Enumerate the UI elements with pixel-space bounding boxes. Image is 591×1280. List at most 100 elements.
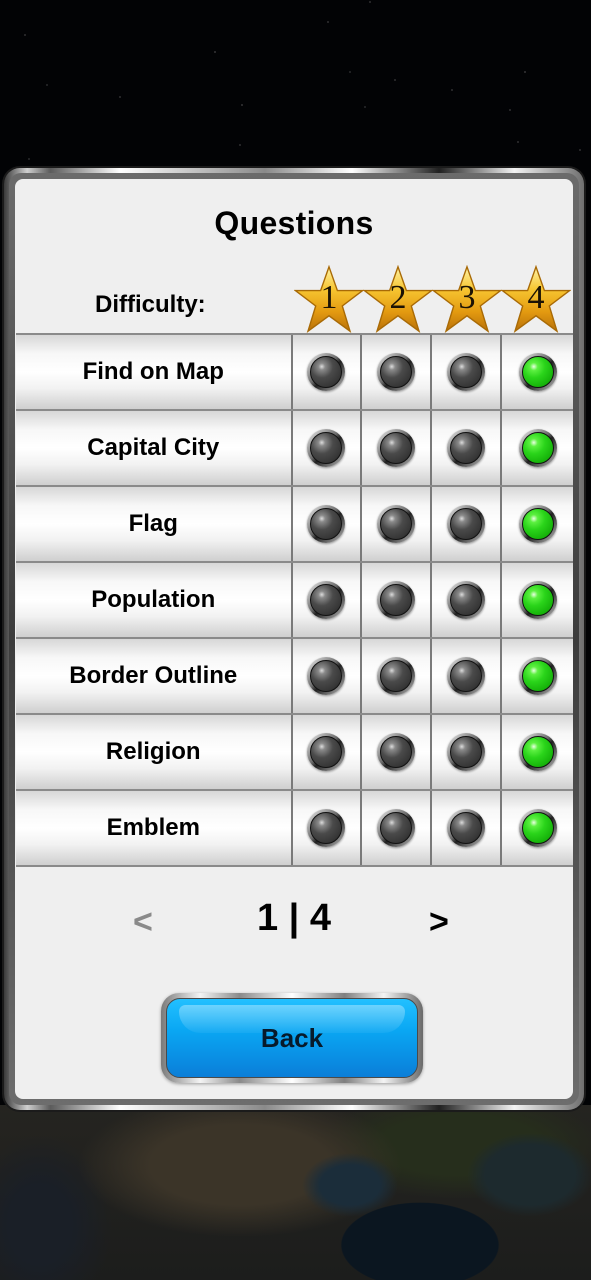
difficulty-toggle-cell-4[interactable] <box>502 411 573 485</box>
question-type-button[interactable]: Find on Map <box>16 335 293 409</box>
question-type-button[interactable]: Population <box>16 563 293 637</box>
difficulty-label: Difficulty: <box>95 291 206 318</box>
difficulty-star-3[interactable]: 3 <box>432 265 502 333</box>
next-page-button[interactable]: > <box>429 903 449 942</box>
question-type-label: Flag <box>128 510 178 537</box>
gray-indicator-icon <box>307 733 346 771</box>
indicator-core <box>450 508 483 540</box>
indicator-core <box>310 508 343 540</box>
difficulty-toggle-cell-3[interactable] <box>432 335 503 409</box>
gray-indicator-icon <box>377 657 416 695</box>
difficulty-toggle-cell-2[interactable] <box>362 563 433 637</box>
earth-map-background <box>0 1105 591 1280</box>
question-type-button[interactable]: Religion <box>16 715 293 789</box>
question-type-button[interactable]: Border Outline <box>16 639 293 713</box>
indicator-core <box>380 356 413 388</box>
indicator-core <box>450 736 483 768</box>
difficulty-toggle-cell-1[interactable] <box>292 335 363 409</box>
difficulty-toggle-cell-1[interactable] <box>292 715 363 789</box>
gray-indicator-icon <box>377 505 416 543</box>
difficulty-toggle-cell-3[interactable] <box>432 411 503 485</box>
difficulty-toggle-cell-1[interactable] <box>292 639 363 713</box>
gray-indicator-icon <box>307 505 346 543</box>
star-number: 4 <box>527 279 545 316</box>
question-type-label: Emblem <box>106 814 200 841</box>
difficulty-toggle-cell-4[interactable] <box>502 335 573 409</box>
difficulty-toggle-cell-2[interactable] <box>362 639 433 713</box>
difficulty-toggle-cell-3[interactable] <box>432 639 503 713</box>
question-type-button[interactable]: Capital City <box>16 411 293 485</box>
gray-indicator-icon <box>307 353 346 391</box>
difficulty-toggle-cell-1[interactable] <box>292 563 363 637</box>
page-title: Questions <box>214 205 374 241</box>
difficulty-toggle-cell-3[interactable] <box>432 715 503 789</box>
question-row: Population <box>16 563 573 639</box>
difficulty-toggle-cell-4[interactable] <box>502 487 573 561</box>
difficulty-toggle-cell-4[interactable] <box>502 563 573 637</box>
green-indicator-icon <box>519 581 558 619</box>
indicator-core <box>522 812 555 844</box>
indicator-core <box>450 584 483 616</box>
indicator-core <box>310 812 343 844</box>
gray-indicator-icon <box>377 581 416 619</box>
difficulty-toggle-cell-2[interactable] <box>362 487 433 561</box>
indicator-core <box>450 432 483 464</box>
difficulty-star-1[interactable]: 1 <box>294 265 364 333</box>
question-row: Flag <box>16 487 573 563</box>
green-indicator-icon <box>519 429 558 467</box>
difficulty-toggle-cell-3[interactable] <box>432 563 503 637</box>
question-type-label: Religion <box>105 738 201 765</box>
difficulty-toggle-cell-4[interactable] <box>502 791 573 865</box>
question-row: Religion <box>16 715 573 791</box>
question-row: Emblem <box>16 791 573 867</box>
panel-body: Questions Difficulty: 1 2 3 4 Find on Ma… <box>15 179 573 1099</box>
star-number: 2 <box>389 279 407 316</box>
green-indicator-icon <box>519 733 558 771</box>
questions-table: Find on Map Capital City Flag Population Bor… <box>16 333 573 867</box>
gray-indicator-icon <box>447 809 486 847</box>
difficulty-stars: 1 2 3 4 <box>294 265 571 333</box>
panel-frame: Questions Difficulty: 1 2 3 4 Find on Ma… <box>9 173 579 1105</box>
difficulty-toggle-cell-4[interactable] <box>502 639 573 713</box>
difficulty-toggle-cell-3[interactable] <box>432 791 503 865</box>
indicator-core <box>450 660 483 692</box>
difficulty-star-2[interactable]: 2 <box>363 265 433 333</box>
indicator-core <box>310 432 343 464</box>
difficulty-toggle-cell-2[interactable] <box>362 715 433 789</box>
back-button-label: Back <box>260 1022 324 1053</box>
difficulty-toggle-cell-1[interactable] <box>292 791 363 865</box>
difficulty-toggle-cell-1[interactable] <box>292 411 363 485</box>
green-indicator-icon <box>519 809 558 847</box>
question-row: Capital City <box>16 411 573 487</box>
green-indicator-icon <box>519 353 558 391</box>
indicator-core <box>380 736 413 768</box>
gray-indicator-icon <box>307 429 346 467</box>
gray-indicator-icon <box>377 353 416 391</box>
gray-indicator-icon <box>307 581 346 619</box>
indicator-core <box>522 736 555 768</box>
question-row: Border Outline <box>16 639 573 715</box>
question-type-button[interactable]: Emblem <box>16 791 293 865</box>
indicator-core <box>380 812 413 844</box>
gray-indicator-icon <box>447 581 486 619</box>
gray-indicator-icon <box>447 429 486 467</box>
gray-indicator-icon <box>447 353 486 391</box>
indicator-core <box>380 508 413 540</box>
indicator-core <box>522 660 555 692</box>
indicator-core <box>450 812 483 844</box>
back-button[interactable]: Back <box>166 998 418 1078</box>
difficulty-toggle-cell-2[interactable] <box>362 335 433 409</box>
difficulty-toggle-cell-2[interactable] <box>362 791 433 865</box>
indicator-core <box>310 584 343 616</box>
question-type-label: Population <box>91 586 216 613</box>
indicator-core <box>522 432 555 464</box>
question-type-button[interactable]: Flag <box>16 487 293 561</box>
difficulty-toggle-cell-2[interactable] <box>362 411 433 485</box>
indicator-core <box>522 356 555 388</box>
difficulty-star-4[interactable]: 4 <box>501 265 571 333</box>
difficulty-toggle-cell-3[interactable] <box>432 487 503 561</box>
difficulty-toggle-cell-4[interactable] <box>502 715 573 789</box>
question-type-label: Capital City <box>87 434 220 461</box>
difficulty-toggle-cell-1[interactable] <box>292 487 363 561</box>
pager: < 1 | 4 > <box>15 897 573 947</box>
